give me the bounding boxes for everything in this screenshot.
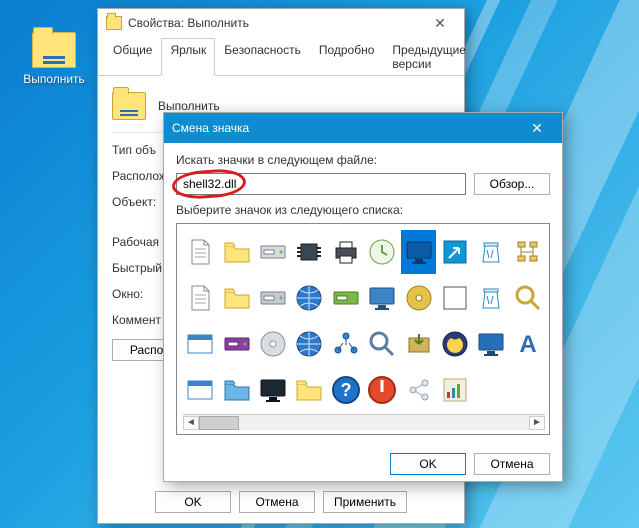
display-icon[interactable] xyxy=(474,322,508,366)
drive-stack-icon[interactable] xyxy=(256,276,290,320)
sleep-icon[interactable] xyxy=(438,322,472,366)
change-icon-footer: OK Отмена xyxy=(164,443,562,487)
scroll-track[interactable] xyxy=(199,416,529,430)
monitor-flat-icon[interactable] xyxy=(256,368,290,412)
drive-icon[interactable] xyxy=(256,230,290,274)
cancel-button[interactable]: Отмена xyxy=(474,453,550,475)
shortcut-name: Выполнить xyxy=(158,99,220,113)
blank-icon[interactable] xyxy=(474,368,508,412)
tab-security[interactable]: Безопасность xyxy=(215,38,310,76)
folder-open-icon[interactable] xyxy=(219,276,253,320)
properties-footer: OK Отмена Применить xyxy=(98,491,464,513)
browse-button[interactable]: Обзор... xyxy=(474,173,550,195)
tab-shortcut[interactable]: Ярлык xyxy=(161,38,215,76)
blank-doc-icon[interactable] xyxy=(183,230,217,274)
internet-globe-icon[interactable] xyxy=(292,322,326,366)
icon-list: A? ◄ ► xyxy=(176,223,550,435)
close-icon[interactable]: ✕ xyxy=(420,12,460,34)
ok-button[interactable]: OK xyxy=(155,491,231,513)
network-drive-icon[interactable] xyxy=(329,276,363,320)
change-icon-titlebar[interactable]: Смена значка ✕ xyxy=(164,113,562,143)
apply-button[interactable]: Применить xyxy=(323,491,407,513)
monitor-filled-icon[interactable] xyxy=(401,230,435,274)
ok-button[interactable]: OK xyxy=(390,453,466,475)
search-icon[interactable] xyxy=(365,322,399,366)
folder-search-icon[interactable] xyxy=(511,276,545,320)
close-icon[interactable]: ✕ xyxy=(516,113,558,143)
run-dialog-icon[interactable] xyxy=(183,368,217,412)
folder-icon xyxy=(32,32,76,68)
tree-icon[interactable] xyxy=(511,230,545,274)
cancel-button[interactable]: Отмена xyxy=(239,491,315,513)
tab-general[interactable]: Общие xyxy=(104,38,161,76)
font-icon[interactable]: A xyxy=(511,322,545,366)
printer-icon[interactable] xyxy=(329,230,363,274)
horizontal-scrollbar[interactable]: ◄ ► xyxy=(183,414,545,430)
scroll-left-icon[interactable]: ◄ xyxy=(183,416,199,430)
label-search-file: Искать значки в следующем файле: xyxy=(176,153,550,167)
change-icon-title: Смена значка xyxy=(172,121,516,135)
svg-text:?: ? xyxy=(340,380,351,400)
properties-title: Свойства: Выполнить xyxy=(128,16,420,30)
folder-icon xyxy=(112,92,146,120)
folder-icon xyxy=(106,16,122,30)
network-folder-icon[interactable] xyxy=(219,368,253,412)
arrow-link-icon[interactable] xyxy=(438,230,472,274)
properties-titlebar[interactable]: Свойства: Выполнить ✕ xyxy=(98,9,464,37)
globe-icon[interactable] xyxy=(292,276,326,320)
share-icon[interactable] xyxy=(401,368,435,412)
key-chart-icon[interactable] xyxy=(438,368,472,412)
label-pick-icon: Выберите значок из следующего списка: xyxy=(176,203,550,217)
tab-strip: Общие Ярлык Безопасность Подробно Предыд… xyxy=(98,37,464,76)
folder-yellow-icon[interactable] xyxy=(292,368,326,412)
desktop-shortcut[interactable]: Выполнить xyxy=(22,32,86,86)
help-icon[interactable]: ? xyxy=(329,368,363,412)
shutdown-icon[interactable] xyxy=(365,368,399,412)
svg-text:A: A xyxy=(519,331,536,358)
window-icon[interactable] xyxy=(183,322,217,366)
desktop-shortcut-label: Выполнить xyxy=(22,72,86,86)
recycle-bin-icon[interactable] xyxy=(474,230,508,274)
shortcut-overlay-icon[interactable] xyxy=(438,276,472,320)
chip-icon[interactable] xyxy=(292,230,326,274)
change-icon-body: Искать значки в следующем файле: Обзор..… xyxy=(164,143,562,443)
network-small-icon[interactable] xyxy=(329,322,363,366)
scroll-right-icon[interactable]: ► xyxy=(529,416,545,430)
blank-icon[interactable] xyxy=(511,368,545,412)
icon-file-input[interactable] xyxy=(176,173,466,195)
rich-doc-icon[interactable] xyxy=(183,276,217,320)
tab-details[interactable]: Подробно xyxy=(310,38,384,76)
removable-drive-icon[interactable] xyxy=(219,322,253,366)
recycle-full-icon[interactable] xyxy=(474,276,508,320)
cd-open-icon[interactable] xyxy=(401,276,435,320)
clock-history-icon[interactable] xyxy=(365,230,399,274)
change-icon-dialog: Смена значка ✕ Искать значки в следующем… xyxy=(163,112,563,482)
installer-icon[interactable] xyxy=(401,322,435,366)
cd-icon[interactable] xyxy=(256,322,290,366)
screen-icon[interactable] xyxy=(365,276,399,320)
tab-previous-versions[interactable]: Предыдущие версии xyxy=(383,38,475,76)
folder-icon[interactable] xyxy=(219,230,253,274)
scroll-thumb[interactable] xyxy=(199,416,239,430)
icon-grid[interactable]: A? xyxy=(183,230,545,414)
